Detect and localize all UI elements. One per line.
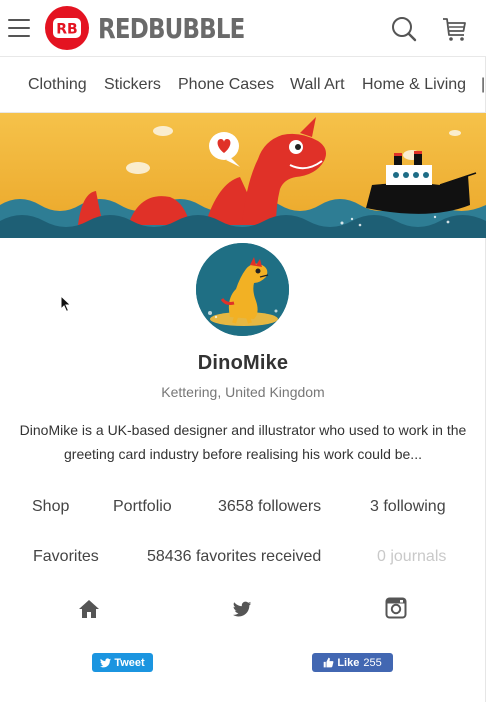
category-nav: Clothing Stickers Phone Cases Wall Art H… bbox=[0, 57, 486, 113]
followers-link[interactable]: 3658 followers bbox=[218, 498, 321, 516]
brand-name: REDBUBBLE bbox=[98, 11, 245, 45]
shopping-cart-icon[interactable] bbox=[441, 15, 469, 43]
artist-bio: DinoMike is a UK-based designer and illu… bbox=[19, 422, 467, 462]
instagram-icon[interactable] bbox=[385, 597, 407, 619]
portfolio-link[interactable]: Portfolio bbox=[113, 498, 172, 516]
favorites-received-link[interactable]: 58436 favorites received bbox=[147, 548, 321, 566]
shop-link[interactable]: Shop bbox=[32, 498, 69, 516]
profile-page: RB REDBUBBLE Clothing Stickers Phone Cas bbox=[0, 0, 486, 702]
following-link[interactable]: 3 following bbox=[370, 498, 446, 516]
redbubble-logo[interactable]: RB REDBUBBLE bbox=[45, 6, 277, 50]
facebook-like-button[interactable]: Like 255 bbox=[312, 653, 393, 672]
twitter-bird-icon bbox=[100, 657, 112, 668]
redbubble-logo-mark-icon: RB bbox=[45, 6, 89, 50]
home-icon[interactable] bbox=[78, 598, 100, 620]
nav-item-phone-cases[interactable]: Phone Cases bbox=[178, 76, 274, 94]
tweet-label: Tweet bbox=[114, 656, 145, 669]
like-count: 255 bbox=[363, 656, 382, 669]
hamburger-menu-icon[interactable] bbox=[8, 19, 30, 37]
artist-name: DinoMike bbox=[197, 352, 289, 374]
tweet-button[interactable]: Tweet bbox=[92, 653, 153, 672]
journals-link: 0 journals bbox=[377, 548, 447, 565]
nav-item-clothing[interactable]: Clothing bbox=[28, 76, 87, 94]
mouse-cursor-icon bbox=[60, 294, 72, 313]
thumbs-up-icon bbox=[323, 657, 334, 668]
twitter-icon[interactable] bbox=[231, 598, 253, 620]
cover-banner-image bbox=[0, 113, 486, 238]
nav-item-home-living[interactable]: Home & Living bbox=[362, 76, 466, 94]
favorites-link[interactable]: Favorites bbox=[33, 548, 99, 566]
profile-avatar[interactable] bbox=[196, 243, 289, 336]
search-icon[interactable] bbox=[390, 15, 418, 43]
artist-location: Kettering, United Kingdom bbox=[161, 384, 325, 400]
top-header: RB REDBUBBLE bbox=[0, 0, 486, 57]
svg-text:RB: RB bbox=[56, 22, 77, 38]
nav-item-wall-art[interactable]: Wall Art bbox=[290, 76, 345, 94]
nav-item-overflow[interactable]: | bbox=[481, 76, 486, 94]
nav-item-stickers[interactable]: Stickers bbox=[104, 76, 161, 94]
like-label: Like bbox=[337, 656, 360, 669]
